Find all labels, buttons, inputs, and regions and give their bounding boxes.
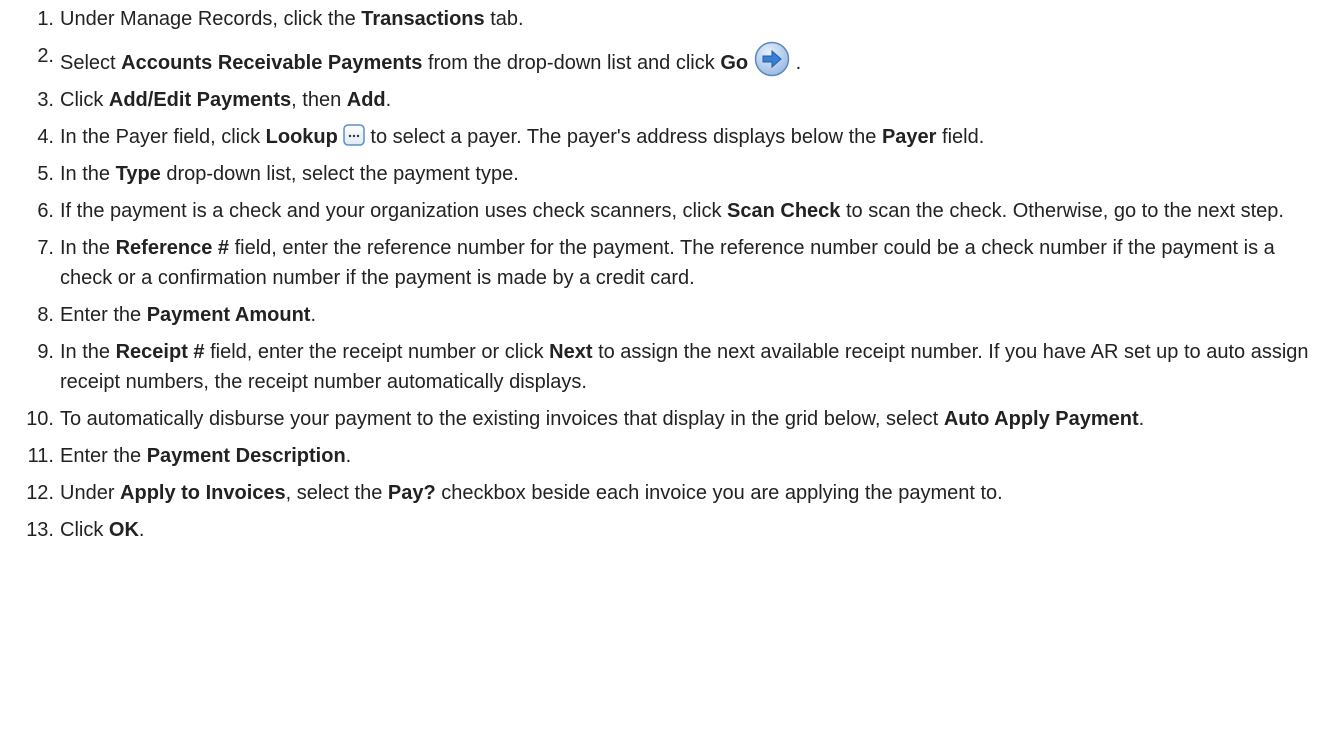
text-run: .	[790, 52, 802, 74]
bold-term: Accounts Receivable Payments	[121, 52, 423, 74]
step-number: 12.	[26, 482, 54, 504]
text-run: , select the	[285, 482, 388, 504]
step-number: 5.	[37, 163, 54, 185]
text-run: In the	[60, 341, 116, 363]
text-run: from the drop-down list and click	[422, 52, 721, 74]
bold-term: Next	[549, 341, 593, 363]
text-run: Enter the	[60, 304, 147, 326]
bold-term: Lookup	[265, 126, 338, 148]
step-text: In the Receipt # field, enter the receip…	[60, 337, 1314, 397]
bold-term: Auto Apply Payment	[943, 408, 1139, 430]
step-number: 7.	[37, 237, 54, 259]
step-item: 4. In the Payer field, click Lookup to se…	[0, 122, 1320, 152]
step-text: Under Manage Records, click the Transact…	[60, 4, 1314, 34]
text-run: .	[310, 304, 317, 326]
step-item: 6. If the payment is a check and your org…	[0, 196, 1320, 226]
bold-term: Reference #	[115, 237, 230, 259]
text-run: .	[138, 519, 145, 541]
step-number: 3.	[37, 89, 54, 111]
step-item: 5. In the Type drop-down list, select the…	[0, 159, 1320, 189]
text-run: .	[345, 445, 352, 467]
text-run: .	[1138, 408, 1145, 430]
step-number: 13.	[26, 519, 54, 541]
step-text: Click OK.	[60, 515, 1314, 545]
text-run: checkbox beside each invoice you are app…	[435, 482, 1003, 504]
step-item: 9. In the Receipt # field, enter the rece…	[0, 337, 1320, 397]
lookup-icon	[343, 124, 365, 146]
text-run: tab.	[484, 8, 524, 30]
step-text: Under Apply to Invoices, select the Pay?…	[60, 478, 1314, 508]
text-run: Click	[60, 519, 109, 541]
bold-term: Add/Edit Payments	[108, 89, 292, 111]
text-run: drop-down list, select the payment type.	[160, 163, 519, 185]
step-number: 6.	[37, 200, 54, 222]
bold-term: Type	[115, 163, 161, 185]
text-run: to select a payer. The payer's address d…	[364, 126, 882, 148]
text-run: In the	[60, 237, 116, 259]
step-text: Select Accounts Receivable Payments from…	[60, 41, 1314, 78]
text-run: In the	[60, 163, 116, 185]
text-run: Click	[60, 89, 109, 111]
text-run: Select	[60, 52, 122, 74]
step-number: 2.	[37, 45, 54, 67]
step-number: 8.	[37, 304, 54, 326]
step-number: 1.	[37, 8, 54, 30]
bold-term: Pay?	[387, 482, 436, 504]
step-text: Enter the Payment Description.	[60, 441, 1314, 471]
step-item: 1. Under Manage Records, click the Transa…	[0, 4, 1320, 34]
step-item: 13. Click OK.	[0, 515, 1320, 545]
text-run: Under	[60, 482, 121, 504]
step-text: In the Reference # field, enter the refe…	[60, 233, 1314, 293]
text-run: In the Payer field, click	[60, 126, 266, 148]
bold-term: Apply to Invoices	[120, 482, 286, 504]
step-text: If the payment is a check and your organ…	[60, 196, 1314, 226]
text-run: , then	[291, 89, 347, 111]
text-run: If the payment is a check and your organ…	[60, 200, 728, 222]
step-item: 8. Enter the Payment Amount.	[0, 300, 1320, 330]
step-item: 7. In the Reference # field, enter the re…	[0, 233, 1320, 293]
step-number: 10.	[26, 408, 54, 430]
step-number: 4.	[37, 126, 54, 148]
bold-term: Go	[720, 52, 749, 74]
bold-term: OK	[108, 519, 139, 541]
bold-term: Receipt #	[115, 341, 205, 363]
go-arrow-icon	[754, 41, 790, 77]
procedure-steps-list: 1. Under Manage Records, click the Transa…	[0, 4, 1320, 545]
step-text: Enter the Payment Amount.	[60, 300, 1314, 330]
bold-term: Transactions	[361, 8, 485, 30]
text-run: field, enter the receipt number or click	[204, 341, 550, 363]
step-item: 12. Under Apply to Invoices, select the P…	[0, 478, 1320, 508]
text-run: Enter the	[60, 445, 147, 467]
step-item: 2. Select Accounts Receivable Payments fr…	[0, 41, 1320, 78]
text-run: .	[385, 89, 392, 111]
text-run: to scan the check. Otherwise, go to the …	[840, 200, 1284, 222]
text-run: field, enter the reference number for th…	[60, 237, 1275, 289]
bold-term: Add	[346, 89, 386, 111]
text-run: To automatically disburse your payment t…	[60, 408, 944, 430]
bold-term: Payment Description	[146, 445, 346, 467]
step-number: 11.	[27, 445, 54, 467]
bold-term: Payer	[881, 126, 937, 148]
bold-term: Payment Amount	[146, 304, 311, 326]
step-text: In the Payer field, click Lookup to sele…	[60, 122, 1314, 152]
step-text: In the Type drop-down list, select the p…	[60, 159, 1314, 189]
step-item: 11. Enter the Payment Description.	[0, 441, 1320, 471]
step-text: To automatically disburse your payment t…	[60, 404, 1314, 434]
text-run: Under Manage Records, click the	[60, 8, 362, 30]
bold-term: Scan Check	[727, 200, 841, 222]
step-number: 9.	[37, 341, 54, 363]
step-item: 10. To automatically disburse your paymen…	[0, 404, 1320, 434]
step-item: 3. Click Add/Edit Payments, then Add.	[0, 85, 1320, 115]
text-run: field.	[936, 126, 985, 148]
step-text: Click Add/Edit Payments, then Add.	[60, 85, 1314, 115]
